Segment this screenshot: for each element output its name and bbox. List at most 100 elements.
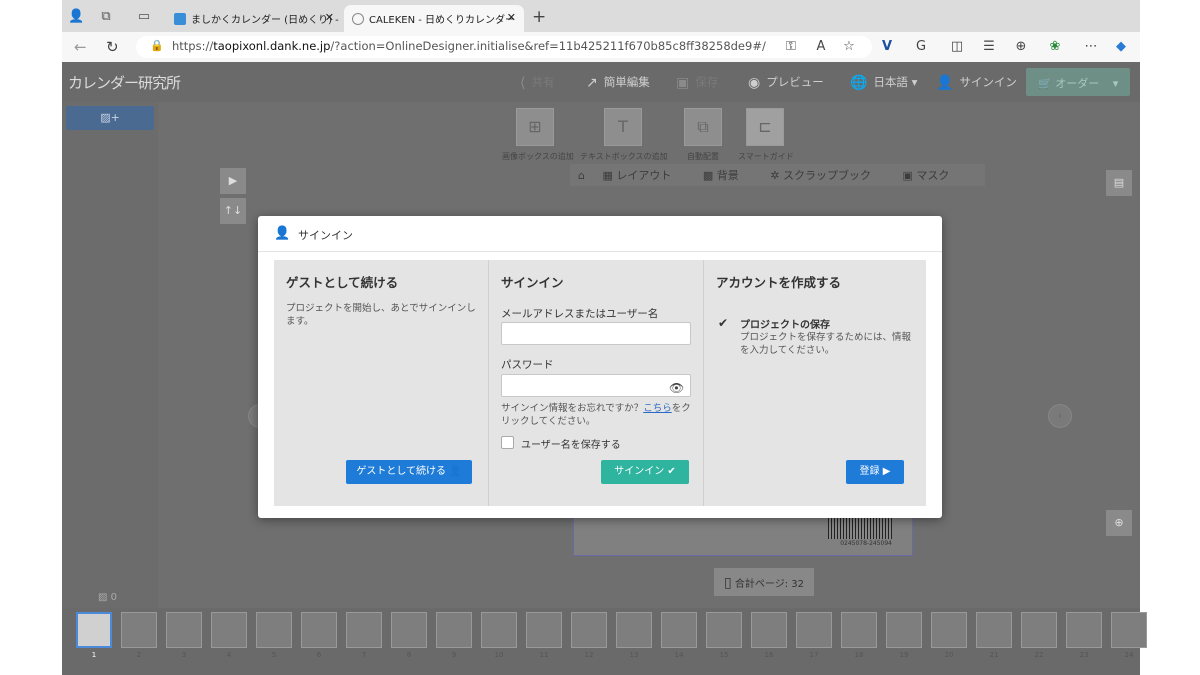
- cart-icon: 🛒: [1038, 77, 1052, 90]
- page-thumbnail[interactable]: [481, 612, 517, 648]
- remember-username-checkbox[interactable]: [501, 436, 514, 449]
- page-thumbnail[interactable]: [751, 612, 787, 648]
- zoom-button[interactable]: ⊕: [1106, 510, 1132, 536]
- page-thumbnail[interactable]: [301, 612, 337, 648]
- page-thumbnail-number: 1: [91, 651, 97, 659]
- tab-actions-icon[interactable]: ▭: [136, 9, 152, 25]
- forgot-link[interactable]: こちら: [643, 403, 672, 414]
- add-text-box-button[interactable]: T: [604, 108, 642, 146]
- guest-column: ゲストとして続ける プロジェクトを開始し、あとでサインインします。 ゲストとして…: [274, 260, 488, 506]
- page-thumbnail[interactable]: [976, 612, 1012, 648]
- page-thumbnail[interactable]: [256, 612, 292, 648]
- split-screen-icon[interactable]: ◫: [948, 38, 966, 56]
- signin-heading: サインイン: [501, 275, 564, 290]
- tab-mashikaku[interactable]: ましかくカレンダー (日めくり) - ✕: [166, 5, 342, 32]
- favorite-star-icon[interactable]: ☆: [840, 38, 858, 56]
- forgot-text: サインイン情報をお忘れですか？こちらをクリックしてください。: [501, 402, 697, 428]
- page-thumbnail[interactable]: [121, 612, 157, 648]
- more-menu-icon[interactable]: ⋯: [1082, 38, 1100, 56]
- page-thumbnail[interactable]: [1066, 612, 1102, 648]
- page-thumbnail[interactable]: [346, 612, 382, 648]
- auto-layout-button[interactable]: ⧉: [684, 108, 722, 146]
- extension-v-icon[interactable]: V: [878, 38, 896, 56]
- copilot-icon[interactable]: ◆: [1112, 38, 1130, 56]
- check-icon: ✔: [718, 316, 729, 330]
- header-signin-button[interactable]: 👤 サインイン: [936, 74, 1017, 91]
- barcode-number: 0245078-245094: [840, 540, 892, 547]
- add-image-icon: ⊞: [528, 117, 542, 136]
- remember-username-label[interactable]: ユーザー名を保存する: [521, 436, 621, 451]
- password-label: パスワード: [501, 359, 554, 371]
- extension-icon[interactable]: G: [912, 38, 930, 56]
- sort-button[interactable]: ↑↓: [220, 198, 246, 224]
- tab-mask-label: マスク: [916, 169, 950, 182]
- close-icon[interactable]: ✕: [325, 11, 334, 24]
- notes-button[interactable]: ▤: [1106, 170, 1132, 196]
- guest-heading: ゲストとして続ける: [286, 275, 399, 290]
- preview-button[interactable]: ◉ プレビュー: [748, 74, 824, 91]
- register-button[interactable]: 登録 ▶: [846, 460, 904, 484]
- next-page-button[interactable]: ›: [1048, 404, 1072, 428]
- page-thumbnail[interactable]: [1021, 612, 1057, 648]
- signin-submit-button[interactable]: サインイン ✔: [601, 460, 689, 484]
- tab-title: ましかくカレンダー (日めくり) -: [191, 15, 339, 26]
- new-tab-icon[interactable]: +: [532, 7, 546, 27]
- add-photos-button[interactable]: ▨+: [66, 106, 154, 130]
- forgot-prefix: サインイン情報をお忘れですか？: [501, 403, 644, 414]
- total-pages-label: 合計ページ:: [734, 579, 789, 590]
- calendar-page-preview[interactable]: 0245078-245094: [573, 512, 913, 556]
- collections-icon[interactable]: ⊕: [1012, 38, 1030, 56]
- page-thumbnail[interactable]: [526, 612, 562, 648]
- page-thumbnail-number: 15: [719, 651, 729, 659]
- page-thumbnail[interactable]: [841, 612, 877, 648]
- show-password-icon[interactable]: 👁: [669, 381, 684, 395]
- favorites-list-icon[interactable]: ☰: [980, 38, 998, 56]
- save-button[interactable]: ▣ 保存: [676, 74, 718, 91]
- auto-layout-icon: ⧉: [697, 117, 709, 136]
- tab-background[interactable]: ▩ 背景: [703, 169, 753, 182]
- address-bar[interactable]: 🔒 https://taopixonl.dank.ne.jp/?action=O…: [136, 36, 872, 58]
- key-icon[interactable]: ⚿: [782, 38, 800, 56]
- site-favicon-icon: [174, 13, 186, 25]
- share-button[interactable]: ⟨ 共有: [520, 74, 554, 91]
- signin-label: サインイン: [959, 75, 1017, 89]
- order-button[interactable]: 🛒 オーダー ▾: [1026, 68, 1130, 96]
- page-thumbnail[interactable]: [166, 612, 202, 648]
- read-aloud-icon[interactable]: A: [812, 38, 830, 56]
- expand-panel-button[interactable]: ▶: [220, 168, 246, 194]
- page-thumbnail[interactable]: [1111, 612, 1147, 648]
- smart-guide-button[interactable]: ⊏: [746, 108, 784, 146]
- page-thumbnail[interactable]: [661, 612, 697, 648]
- back-icon[interactable]: ←: [74, 38, 87, 56]
- page-thumbnail[interactable]: [616, 612, 652, 648]
- username-input[interactable]: [501, 322, 691, 345]
- home-icon[interactable]: ⌂: [578, 169, 585, 182]
- password-input[interactable]: [501, 374, 691, 397]
- page-thumbnail[interactable]: [391, 612, 427, 648]
- tab-scrapbook[interactable]: ✲ スクラップブック: [770, 169, 885, 182]
- page-thumbnail[interactable]: [211, 612, 247, 648]
- simple-edit-button[interactable]: ↗ 簡単編集: [586, 74, 650, 91]
- workspaces-icon[interactable]: ⧉: [98, 9, 114, 25]
- profile-icon[interactable]: 👤: [68, 9, 84, 25]
- page-thumbnail[interactable]: [571, 612, 607, 648]
- page-thumbnail[interactable]: [886, 612, 922, 648]
- page-thumbnail[interactable]: [706, 612, 742, 648]
- page-thumbnail-number: 21: [989, 651, 999, 659]
- add-image-box-button[interactable]: ⊞: [516, 108, 554, 146]
- tab-caleken[interactable]: CALEKEN - 日めくりカレンダー ✕: [344, 5, 524, 32]
- photo-count-value: 0: [110, 592, 118, 603]
- language-select[interactable]: 🌐 日本語 ▾: [850, 74, 917, 91]
- page-thumbnail[interactable]: [931, 612, 967, 648]
- page-thumbnail-number: 8: [406, 651, 412, 659]
- page-thumbnail[interactable]: [796, 612, 832, 648]
- page-thumbnail[interactable]: [436, 612, 472, 648]
- tab-mask[interactable]: ▣ マスク: [902, 169, 963, 182]
- refresh-icon[interactable]: ↻: [106, 38, 119, 56]
- close-icon[interactable]: ✕: [507, 11, 516, 24]
- tab-layout[interactable]: ▦ レイアウト: [602, 169, 685, 182]
- page-thumbnail-number: 2: [136, 651, 142, 659]
- performance-icon[interactable]: ❀: [1046, 38, 1064, 56]
- page-thumbnail[interactable]: [76, 612, 112, 648]
- continue-as-guest-button[interactable]: ゲストとして続ける 👤: [346, 460, 472, 484]
